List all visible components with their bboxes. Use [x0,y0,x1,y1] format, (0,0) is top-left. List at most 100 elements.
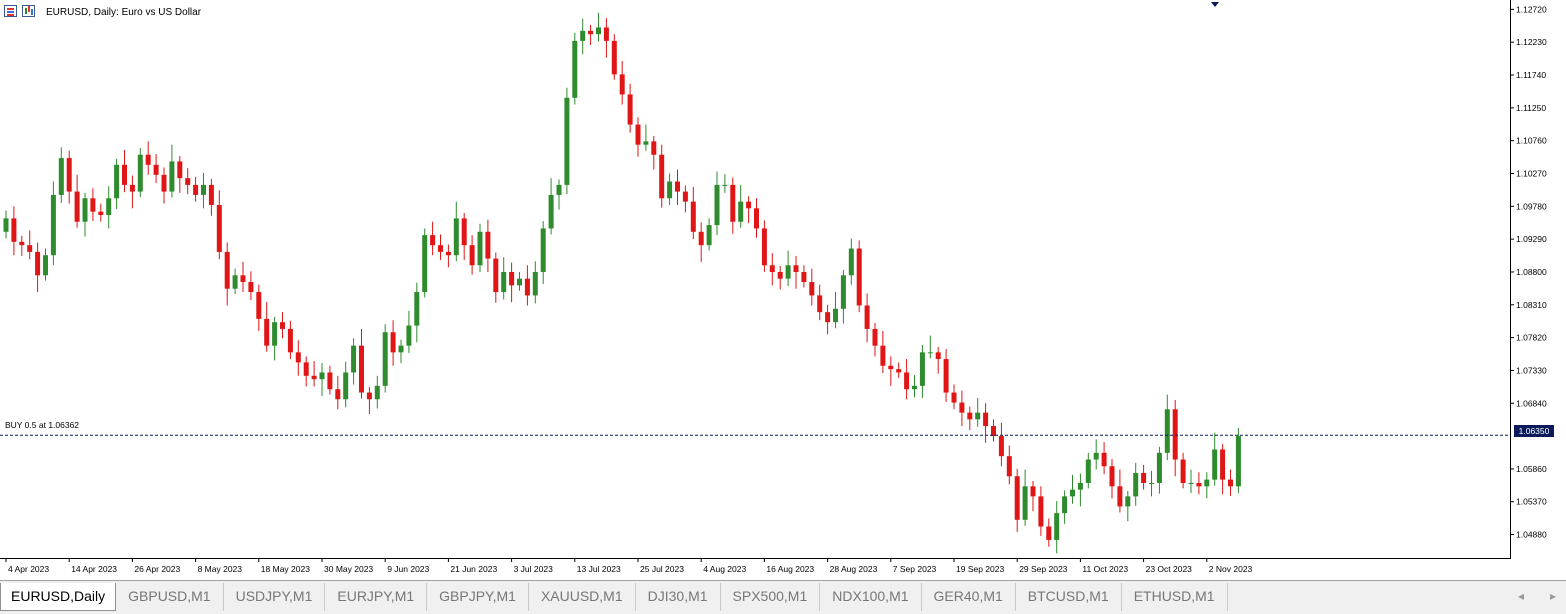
candle-bull [169,161,175,192]
candle-bear [1109,466,1115,487]
y-tick-label: 1.04880 [1516,530,1547,540]
candle-bull [398,345,404,353]
candle-bear [777,271,783,279]
tab-spx500-m1[interactable]: SPX500,M1 [721,583,821,611]
x-tick-label: 9 Jun 2023 [387,564,429,574]
candle-bear [1038,496,1044,527]
candle-bear [461,218,467,246]
tab-gbpjpy-m1[interactable]: GBPJPY,M1 [427,583,529,611]
candle-bull [1125,496,1131,507]
candle-bull [319,372,325,380]
candle-bear [603,27,609,41]
candle-bull [1093,452,1099,460]
x-tick-label: 25 Jul 2023 [640,564,684,574]
candlestick-chart[interactable]: 1.12720 1.12230 1.11740 1.11250 1.10760 1.102… [0,0,1566,580]
tab-btcusd-m1[interactable]: BTCUSD,M1 [1016,583,1122,611]
candle-bull [1085,459,1091,483]
candle-bull [738,201,744,222]
candle-bull [501,271,507,293]
candle-bear [27,245,33,252]
candle-bear [809,282,815,296]
candle-bear [872,328,878,346]
candle-bear [801,271,807,283]
candle-bear [998,436,1004,457]
chart-tab-bar: EURUSD,Daily GBPUSD,M1 USDJPY,M1 EURJPY,M1 G… [0,580,1566,614]
y-tick-label: 1.08800 [1516,267,1547,277]
candle-bull [50,194,56,256]
candle-bull [3,218,9,232]
candle-bull [1133,472,1139,497]
candle-bull [1077,482,1083,490]
candle-bear [390,332,396,353]
candle-bull [1188,482,1194,484]
y-tick-label: 1.09780 [1516,201,1547,211]
candle-bull [596,27,601,35]
x-tick-label: 26 Apr 2023 [134,564,180,574]
table-icon[interactable] [4,5,17,17]
tab-eurusd-daily[interactable]: EURUSD,Daily [0,583,117,611]
tab-dji30-m1[interactable]: DJI30,M1 [636,583,721,611]
candle-bull [343,372,349,400]
candle-bear [1141,472,1147,483]
scroll-left-icon[interactable]: ◂ [1518,589,1524,603]
candle-bear [611,40,617,75]
candle-bull [927,352,933,354]
candle-bear [1117,486,1123,507]
candle-bear [295,352,301,363]
tab-ger40-m1[interactable]: GER40,M1 [922,583,1016,611]
x-tick-label: 2 Nov 2023 [1209,564,1253,574]
candle-bear [698,231,704,246]
x-tick-label: 23 Oct 2023 [1146,564,1193,574]
candle-bear [177,161,183,179]
candle-bear [959,402,965,413]
y-tick-label: 1.09290 [1516,234,1547,244]
candle-bear [896,369,902,373]
candle-bear [825,312,831,323]
candle-bull [82,198,88,222]
candle-bull [382,332,388,386]
candle-bear [627,94,633,125]
tab-usdjpy-m1[interactable]: USDJPY,M1 [224,583,326,611]
tab-ndx100-m1[interactable]: NDX100,M1 [820,583,922,611]
y-tick-label: 1.11740 [1516,70,1546,80]
tab-eurjpy-m1[interactable]: EURJPY,M1 [325,583,428,611]
candle-bull [1149,482,1154,484]
y-tick-label: 1.10270 [1516,168,1547,178]
x-tick-label: 18 May 2023 [261,564,310,574]
candle-bull [58,158,64,195]
candle-bear [880,345,886,366]
y-tick-label: 1.12230 [1516,37,1547,47]
candle-bear [588,30,594,35]
candle-bull [272,322,278,346]
candle-bear [216,204,222,252]
candle-bear [145,154,151,165]
candle-bull [540,228,546,272]
candle-bull [137,154,143,192]
candle-bear [469,245,475,266]
candle-bear [730,184,736,222]
candle-bear [864,305,870,329]
candle-bull [548,194,554,229]
tab-xauusd-m1[interactable]: XAUUSD,M1 [529,583,636,611]
candle-bull [1156,452,1162,483]
chart-icon[interactable] [22,5,35,17]
candle-bear [754,208,759,229]
candle-bull [374,385,380,400]
candle-bear [983,412,989,427]
candle-bear [1172,409,1178,460]
price-axis: 1.12720 1.12230 1.11740 1.11250 1.10760 1.102… [1510,4,1547,540]
chart-window[interactable]: 1.12720 1.12230 1.11740 1.11250 1.10760 1.102… [0,0,1566,580]
candle-bear [185,178,191,185]
candle-bear [19,241,25,246]
candle-bear [240,275,246,283]
candle-bear [280,322,285,329]
tab-gbpusd-m1[interactable]: GBPUSD,M1 [116,583,224,611]
candle-bear [951,392,957,403]
candle-bear [651,141,657,155]
tab-ethusd-m1[interactable]: ETHUSD,M1 [1122,583,1228,611]
candle-bear [1228,479,1233,487]
y-tick-label: 1.05860 [1516,464,1547,474]
candle-bull [580,30,586,41]
scroll-right-icon[interactable]: ▸ [1550,589,1556,603]
candle-bear [445,251,451,256]
